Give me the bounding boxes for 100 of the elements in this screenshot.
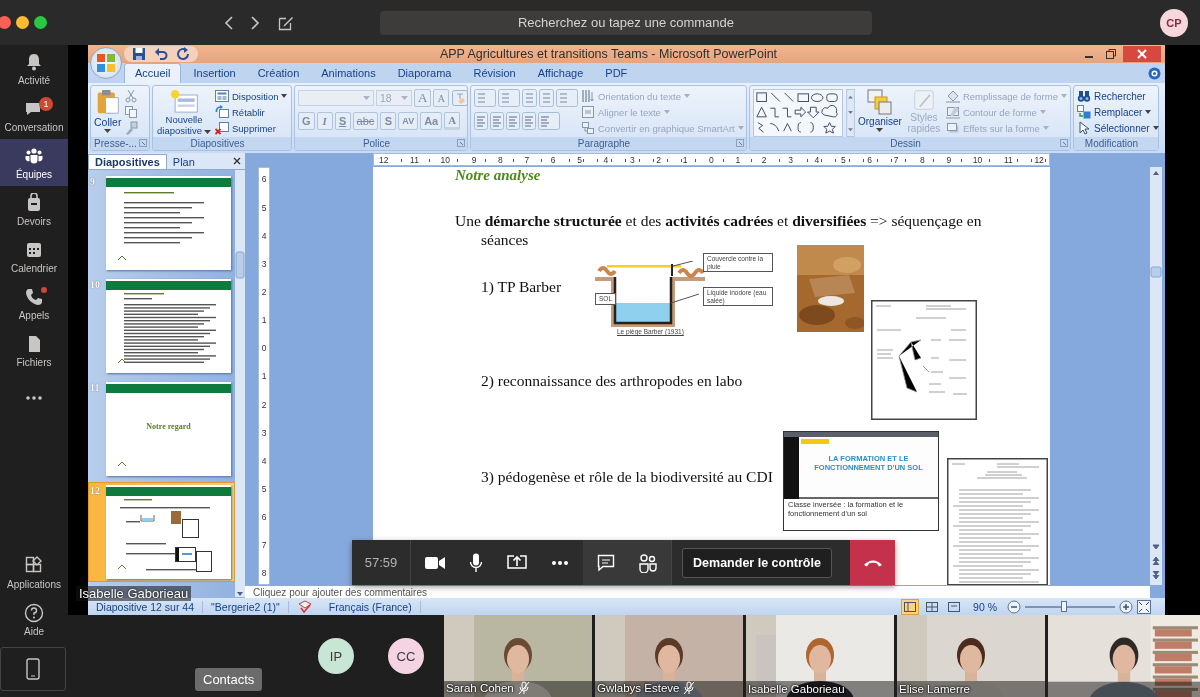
ruler-number: 2 <box>261 287 267 297</box>
ruler-number: 0 <box>708 154 715 165</box>
ribbon-command[interactable]: Remplacer <box>1077 105 1159 119</box>
minimize-window-button[interactable] <box>16 16 29 29</box>
camera-icon[interactable] <box>425 555 445 570</box>
ruler-number: 11 <box>1002 154 1014 165</box>
close-window-button[interactable] <box>0 16 11 29</box>
ruler-number: 11 <box>409 154 420 165</box>
zoom-level[interactable]: 90 % <box>973 600 997 613</box>
hang-up-icon <box>862 558 883 567</box>
binoculars-icon <box>1077 89 1091 103</box>
zoom-slider[interactable] <box>1025 599 1115 614</box>
rail-item[interactable]: Applications <box>0 549 68 596</box>
ruler-number: 8 <box>261 568 267 579</box>
rail-item[interactable]: Équipes <box>0 139 68 186</box>
ruler-number: 7 <box>523 154 531 165</box>
dialog-launcher-icon[interactable] <box>736 139 744 147</box>
ribbon-tab[interactable]: Affichage <box>527 64 594 83</box>
caret-icon <box>203 130 211 134</box>
ribbon-command[interactable]: Rechercher <box>1077 89 1159 103</box>
scrollbar[interactable] <box>235 170 245 597</box>
ribbon-tab[interactable]: Accueil <box>124 63 182 83</box>
user-avatar[interactable]: CP <box>1160 8 1188 37</box>
view-icon <box>948 601 961 612</box>
ribbon-command[interactable]: Disposition <box>215 89 288 103</box>
zoom-window-button[interactable] <box>34 16 47 29</box>
ruler-number: 5 <box>576 154 583 165</box>
styles-icon <box>912 89 935 111</box>
ribbon-tab[interactable]: Diaporama <box>387 64 462 83</box>
normal-view-button[interactable] <box>901 598 920 615</box>
share-screen-icon[interactable] <box>507 553 527 572</box>
participant-name: Elise Lamerre <box>899 683 970 695</box>
ribbon-tab[interactable]: Animations <box>311 64 386 83</box>
ribbon-command[interactable]: Rétablir <box>215 105 288 119</box>
rail-item[interactable]: Calendrier <box>0 233 68 280</box>
dialog-launcher-icon[interactable] <box>457 139 465 147</box>
ribbon-tab[interactable]: Insertion <box>183 64 246 83</box>
ribbon-tab[interactable]: Création <box>247 64 310 83</box>
spelling-icon[interactable] <box>296 599 313 614</box>
rail-item[interactable]: Aide <box>0 596 68 643</box>
help-icon[interactable] <box>1148 66 1161 80</box>
caret-icon <box>737 126 744 130</box>
more-icon[interactable] <box>551 559 569 566</box>
zoom-in-icon[interactable] <box>1119 599 1133 614</box>
compose-icon[interactable] <box>278 14 294 31</box>
slide-title: Notre analyse <box>455 167 541 185</box>
caret-icon <box>363 96 370 100</box>
participants-icon[interactable] <box>639 552 657 573</box>
office-logo <box>95 52 117 74</box>
paste-button[interactable]: Coller <box>94 89 122 133</box>
undo-icon[interactable] <box>154 47 168 61</box>
ribbon-tab[interactable]: PDF <box>595 64 638 83</box>
rail-item[interactable]: Appels <box>0 280 68 327</box>
close-icon[interactable] <box>233 157 241 165</box>
back-icon[interactable] <box>224 15 234 30</box>
ruler-number: 3 <box>261 427 267 438</box>
dialog-launcher-icon[interactable] <box>1060 139 1068 147</box>
panel-tab[interactable]: Plan <box>166 155 201 169</box>
panel-tab[interactable]: Diapositives <box>88 154 167 169</box>
participant-avatar[interactable]: IP <box>318 638 354 674</box>
chat-icon[interactable] <box>597 553 615 572</box>
request-control-button[interactable]: Demander le contrôle <box>682 547 832 578</box>
participant-avatar[interactable]: CC <box>388 638 424 674</box>
rail-item[interactable]: Activité <box>0 45 68 92</box>
zoom-out-icon[interactable] <box>1007 599 1021 614</box>
arrange-button[interactable]: Organiser <box>858 89 902 132</box>
copy-icon[interactable] <box>124 105 139 119</box>
view-icon <box>926 601 939 612</box>
slide-thumbnail-row[interactable]: 11 Notre regard <box>88 379 235 479</box>
mobile-device-button[interactable] <box>0 647 66 691</box>
ruler-number: 9 <box>945 154 953 165</box>
search-field[interactable]: Recherchez ou tapez une commande <box>380 10 872 35</box>
layout-icon <box>215 89 229 103</box>
slide-list-item: 2) reconnaissance des arthropodes en labo <box>481 372 743 391</box>
ribbon-command[interactable]: Supprimer <box>215 121 288 135</box>
caret-icon <box>1145 110 1152 114</box>
shape-gallery-drawing[interactable] <box>753 89 843 137</box>
redo-icon[interactable] <box>176 47 190 61</box>
gallery-scroll-icon[interactable] <box>846 89 855 137</box>
new-slide-button[interactable]: Nouvelle diapositive <box>156 89 212 136</box>
rail-item[interactable]: Fichiers <box>0 327 68 374</box>
microphone-icon[interactable] <box>469 552 483 573</box>
save-icon[interactable] <box>132 47 146 61</box>
rail-item[interactable]: 1 Conversation <box>0 92 68 139</box>
dialog-launcher-icon[interactable] <box>139 139 147 147</box>
ruler-number: 10 <box>971 154 984 165</box>
close-button[interactable] <box>1123 46 1161 62</box>
ruler-number: 2 <box>261 399 267 410</box>
caret-icon <box>1042 126 1049 130</box>
hang-up-button[interactable] <box>850 540 895 585</box>
ribbon-tab[interactable]: Révision <box>463 64 526 83</box>
notes-field[interactable]: Cliquez pour ajouter des commentaires <box>245 585 1150 598</box>
scissors-icon[interactable] <box>124 89 139 103</box>
fit-window-icon[interactable] <box>1137 599 1151 614</box>
ribbon-command[interactable]: Sélectionner <box>1077 121 1159 135</box>
rail-item[interactable]: Devoirs <box>0 186 68 233</box>
clipboard-icon <box>95 89 120 115</box>
forward-icon[interactable] <box>250 15 260 30</box>
scrollbar[interactable] <box>1150 167 1162 586</box>
office-button[interactable] <box>90 47 122 79</box>
